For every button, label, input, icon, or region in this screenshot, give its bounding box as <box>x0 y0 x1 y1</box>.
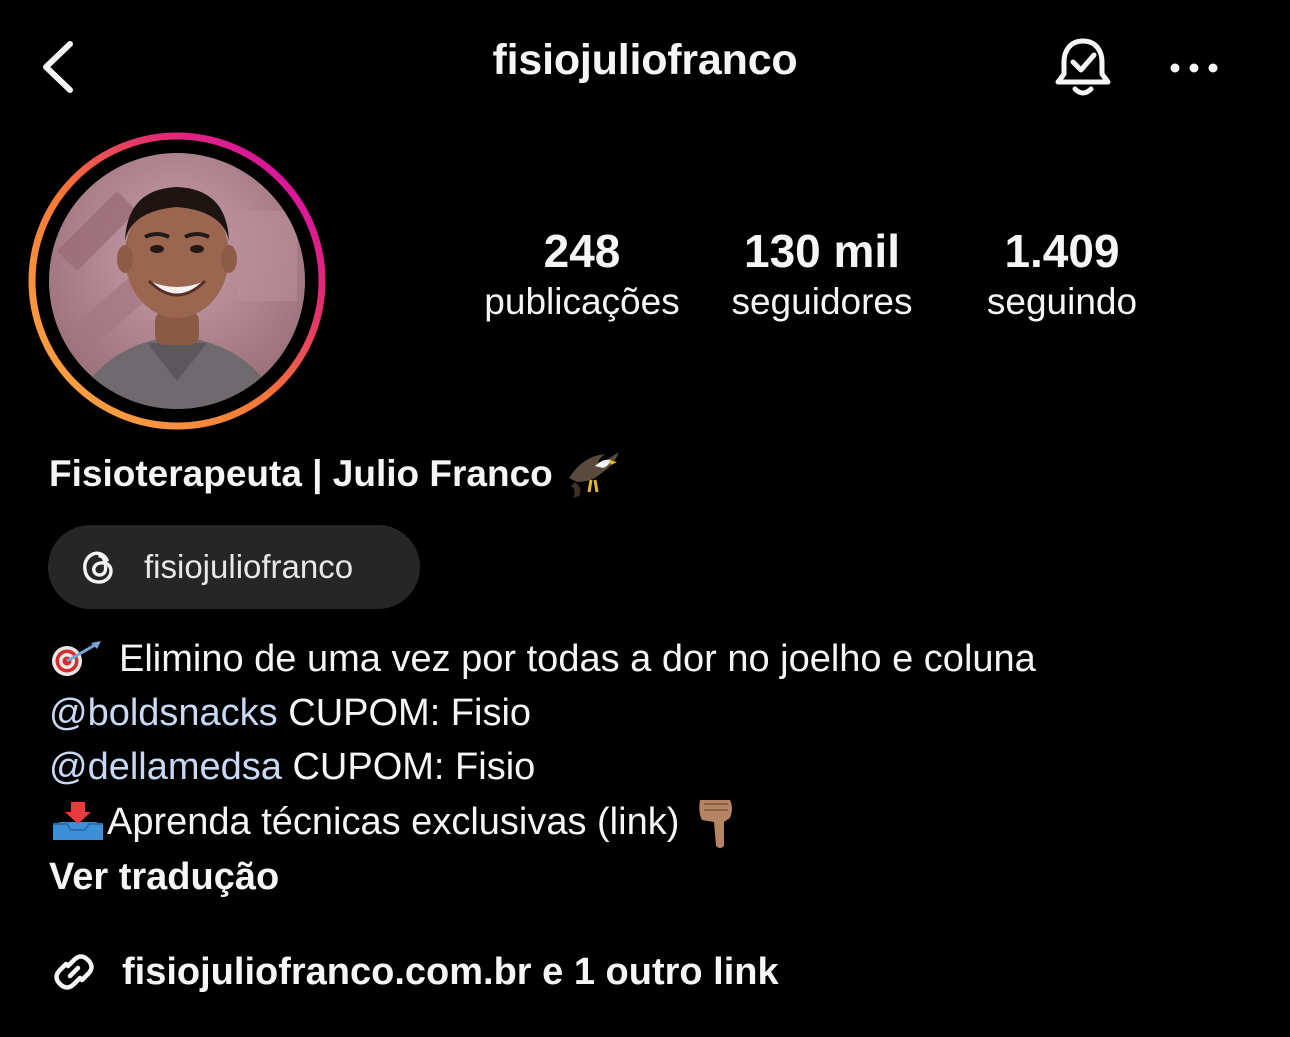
more-dots-icon <box>1170 63 1218 73</box>
bio-line-1-text: Elimino de uma vez por todas a dor no jo… <box>119 638 1036 680</box>
bio-line-1: Elimino de uma vez por todas a dor no jo… <box>49 632 1249 686</box>
bio-line-4-text: Aprenda técnicas exclusivas (link) <box>107 801 690 843</box>
link-chain-icon <box>54 954 94 990</box>
eagle-emoji-icon <box>568 452 619 498</box>
mention-link-boldsnacks[interactable]: @boldsnacks <box>49 686 278 740</box>
threads-handle: fisiojuliofranco <box>144 548 354 585</box>
back-button[interactable] <box>34 36 82 96</box>
inbox-tray-emoji-icon <box>53 802 103 840</box>
notifications-button[interactable] <box>1050 34 1116 100</box>
external-link[interactable]: fisiojuliofranco.com.br e 1 outro link <box>48 946 779 998</box>
bio-line-2-text: CUPOM: Fisio <box>277 692 532 734</box>
followers-count-label: seguidores <box>731 281 913 322</box>
bio-line-3-text: CUPOM: Fisio <box>281 746 536 788</box>
avatar-image <box>28 132 326 430</box>
following-count-label: seguindo <box>986 281 1138 322</box>
profile-full-name: Fisioterapeuta | Julio Franco <box>49 448 621 500</box>
posts-count-value: 248 <box>543 225 621 277</box>
more-options-button[interactable] <box>1166 46 1222 90</box>
external-link-text: fisiojuliofranco.com.br e 1 outro link <box>122 950 779 993</box>
threads-icon <box>83 551 113 584</box>
full-name-text: Fisioterapeuta | Julio Franco <box>49 453 553 494</box>
bio-line-2: @boldsnacks CUPOM: Fisio <box>49 686 1249 740</box>
bell-check-icon <box>1055 38 1111 96</box>
profile-bio: Elimino de uma vez por todas a dor no jo… <box>49 632 1249 904</box>
chevron-left-icon <box>43 41 73 93</box>
threads-profile-button[interactable]: fisiojuliofranco <box>48 525 420 609</box>
followers-count-value: 130 mil <box>744 225 900 277</box>
posts-count[interactable]: 248 publicações <box>470 226 694 324</box>
followers-count[interactable]: 130 mil seguidores <box>710 226 934 324</box>
see-translation-button[interactable]: Ver tradução <box>49 850 1249 904</box>
profile-avatar[interactable] <box>27 131 327 431</box>
posts-count-label: publicações <box>484 281 680 322</box>
profile-username: fisiojuliofranco <box>492 36 798 84</box>
bio-line-3: @dellamedsa CUPOM: Fisio <box>49 740 1249 794</box>
target-emoji-icon <box>52 641 101 676</box>
following-count-value: 1.409 <box>1004 225 1120 277</box>
bio-line-4: Aprenda técnicas exclusivas (link) <box>49 794 1249 850</box>
mention-link-dellamedsa[interactable]: @dellamedsa <box>49 740 282 794</box>
following-count[interactable]: 1.409 seguindo <box>955 226 1169 324</box>
pointing-down-emoji-icon <box>699 800 732 848</box>
